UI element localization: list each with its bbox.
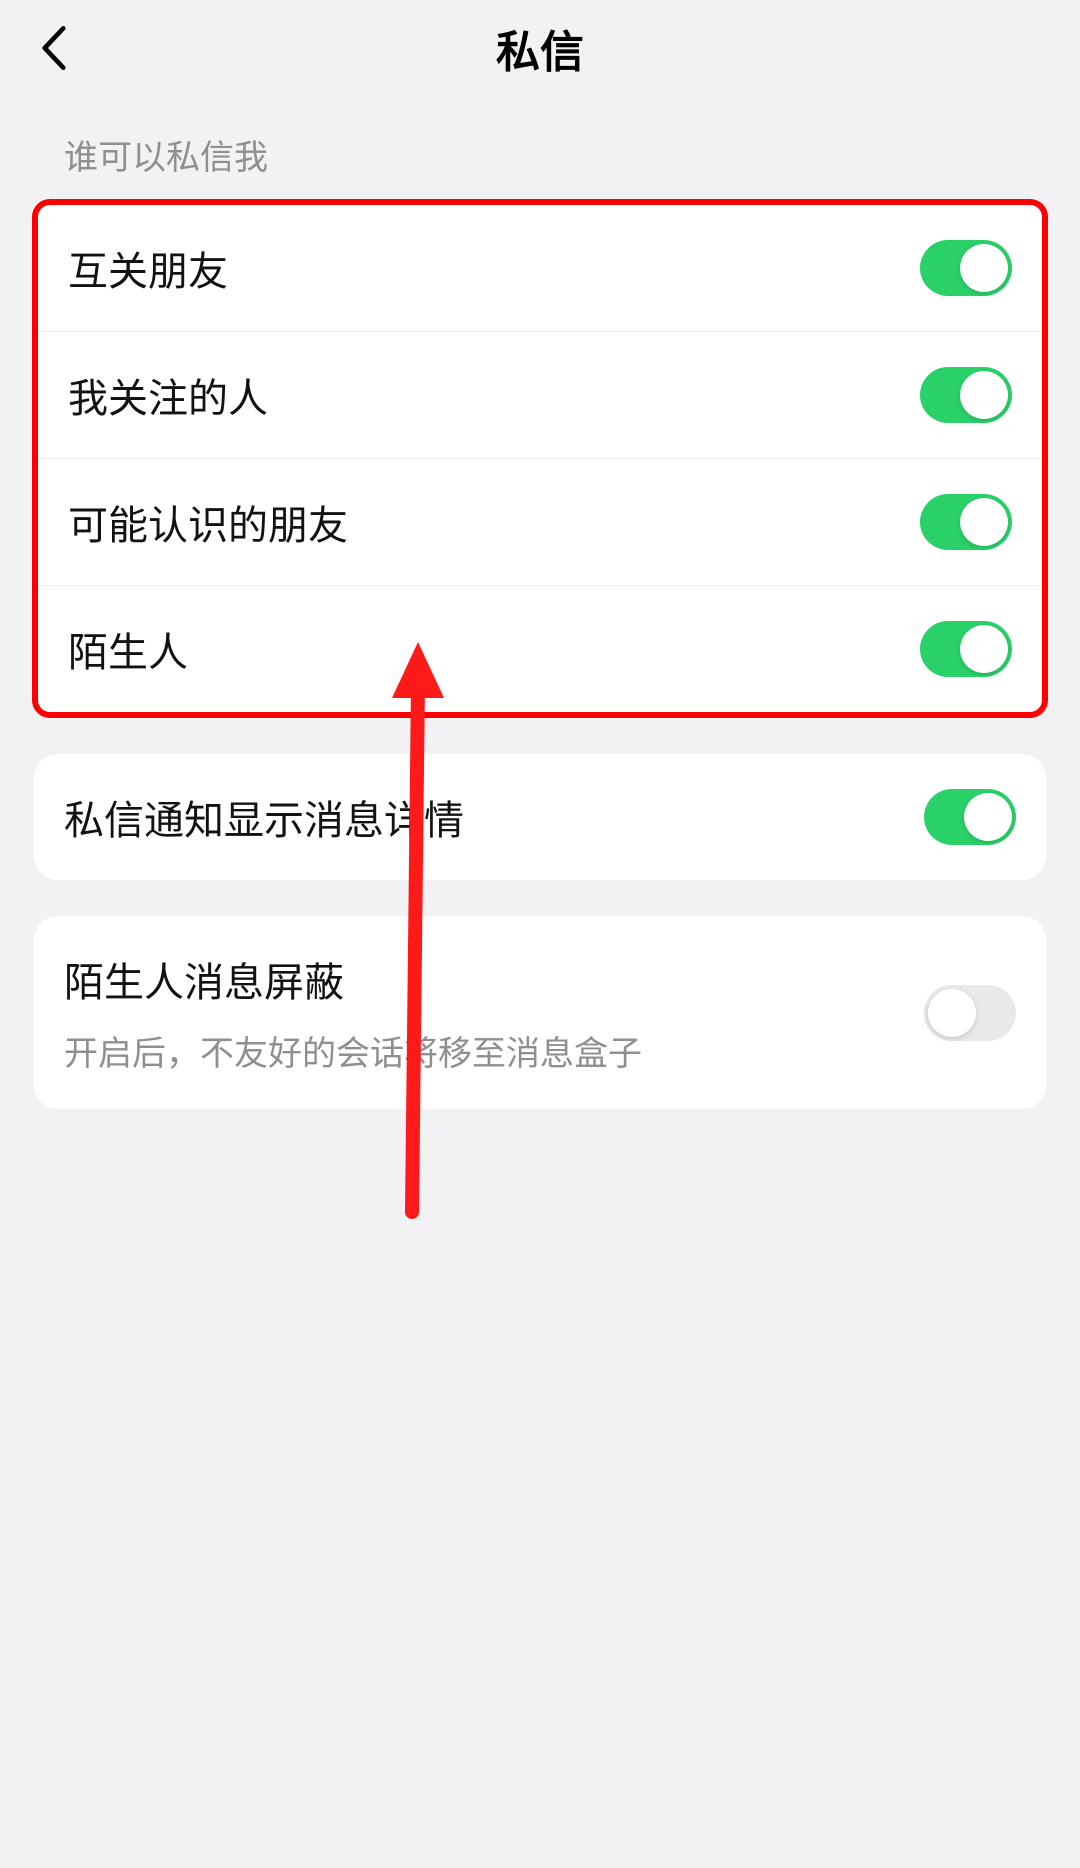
toggle-mutual-friends[interactable]	[920, 240, 1012, 296]
toggle-knob	[964, 793, 1012, 841]
toggle-knob	[928, 989, 976, 1037]
row-strangers: 陌生人	[38, 586, 1042, 712]
toggle-strangers[interactable]	[920, 621, 1012, 677]
toggle-following[interactable]	[920, 367, 1012, 423]
page-title: 私信	[496, 16, 584, 80]
back-icon[interactable]	[30, 24, 78, 72]
toggle-notification-detail[interactable]	[924, 789, 1016, 845]
toggle-knob	[960, 244, 1008, 292]
row-following: 我关注的人	[38, 332, 1042, 459]
toggle-knob	[960, 371, 1008, 419]
who-can-dm-card: 互关朋友 我关注的人 可能认识的朋友 陌生人	[32, 199, 1048, 718]
row-may-know: 可能认识的朋友	[38, 459, 1042, 586]
row-label: 互关朋友	[68, 239, 228, 297]
row-mutual-friends: 互关朋友	[38, 205, 1042, 332]
row-label: 我关注的人	[68, 366, 268, 424]
header: 私信	[0, 0, 1080, 96]
row-label: 可能认识的朋友	[68, 493, 348, 551]
stranger-block-card: 陌生人消息屏蔽 开启后，不友好的会话将移至消息盒子	[34, 916, 1046, 1109]
row-sublabel: 开启后，不友好的会话将移至消息盒子	[64, 1026, 642, 1075]
row-notification-detail: 私信通知显示消息详情	[34, 754, 1046, 880]
toggle-knob	[960, 625, 1008, 673]
row-stranger-block: 陌生人消息屏蔽 开启后，不友好的会话将移至消息盒子	[34, 916, 1046, 1109]
section-label-who-can-dm: 谁可以私信我	[0, 96, 1080, 199]
row-label: 陌生人消息屏蔽	[64, 950, 642, 1008]
toggle-knob	[960, 498, 1008, 546]
toggle-may-know[interactable]	[920, 494, 1012, 550]
toggle-stranger-block[interactable]	[924, 985, 1016, 1041]
row-label: 陌生人	[68, 620, 188, 678]
notification-detail-card: 私信通知显示消息详情	[34, 754, 1046, 880]
row-label: 私信通知显示消息详情	[64, 788, 464, 846]
